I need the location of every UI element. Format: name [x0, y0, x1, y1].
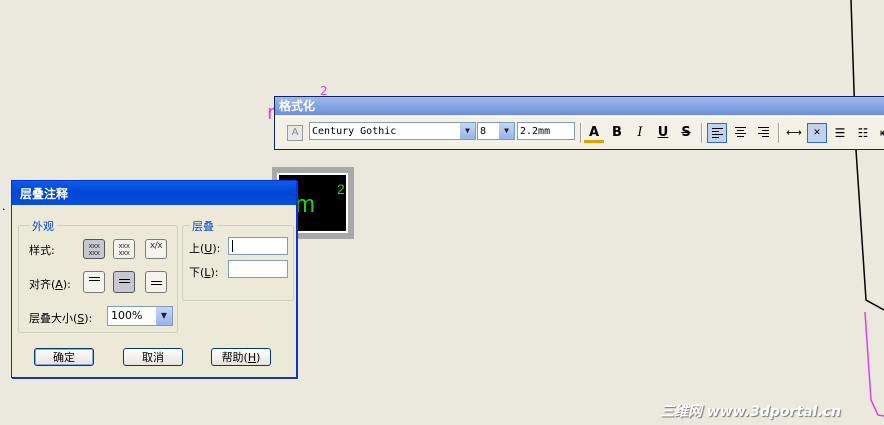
toolbar-separator — [580, 123, 582, 143]
align-top-icon — [88, 277, 100, 281]
align-top-button[interactable] — [83, 271, 105, 293]
toolbar-separator — [778, 123, 780, 143]
help-button[interactable]: 帮助(H) — [211, 348, 271, 366]
appearance-group: 外观 样式: xxx xxx xxx xxx x/x 对齐(A): 层叠大小(S):… — [18, 218, 178, 333]
text-color-button[interactable]: A — [584, 123, 604, 143]
fit-width-icon: ⟷ — [786, 126, 802, 139]
font-select-value: Century Gothic — [312, 126, 397, 137]
font-style-icon[interactable]: A — [287, 125, 303, 141]
format-toolbar: 格式化 A Century Gothic ▼ 8 ▼ 2.2mm A B I U… — [274, 96, 884, 150]
height-input[interactable]: 2.2mm — [517, 122, 575, 140]
font-select[interactable]: Century Gothic ▼ — [309, 122, 476, 140]
height-input-value: 2.2mm — [520, 126, 551, 137]
align-center-icon — [734, 127, 746, 137]
style-option-tolerance[interactable]: xxx xxx — [113, 239, 135, 259]
style-label: 样式: — [29, 244, 55, 257]
align-left-icon — [711, 128, 723, 138]
stack-properties-dialog: 层叠注释 外观 样式: xxx xxx xxx xxx x/x 对齐(A): 层叠大… — [11, 180, 297, 378]
align-left-button[interactable] — [707, 123, 727, 143]
appearance-group-label: 外观 — [29, 218, 57, 234]
toolbar-separator — [701, 123, 703, 143]
align-right-button[interactable] — [753, 123, 773, 143]
bullet-list-icon: ☰ — [834, 126, 846, 140]
text-width-button[interactable]: ⟷ — [784, 123, 804, 143]
stack-size-value: 100% — [111, 309, 143, 322]
stack-tolerance-icon: xxx xxx — [118, 242, 130, 257]
align-center-button[interactable] — [730, 123, 750, 143]
annotation-leader-line — [864, 311, 884, 417]
cancel-button[interactable]: 取消 — [123, 348, 183, 366]
text-caret — [232, 240, 233, 252]
watermark: 三维网 www.3dportal.cn — [660, 404, 841, 420]
upper-label: 上(U): — [189, 242, 221, 255]
stack-size-select[interactable]: 100% ▼ — [107, 306, 173, 326]
chevron-down-icon[interactable]: ▼ — [156, 307, 172, 325]
ok-button[interactable]: 确定 — [34, 348, 94, 366]
upper-input[interactable] — [228, 237, 288, 255]
strikethrough-button[interactable]: S — [676, 123, 696, 143]
stack-group: 层叠 上(U): 下(L): — [182, 218, 294, 301]
align-bottom-icon — [150, 281, 162, 285]
style-option-diagonal[interactable]: x/x — [145, 239, 167, 259]
align-right-icon — [757, 127, 769, 137]
indent-icon: ⇤ — [880, 126, 884, 140]
numbered-list-icon: ☷ — [857, 126, 869, 140]
stack-size-label: 层叠大小(S): — [29, 312, 93, 325]
chevron-down-icon[interactable]: ▼ — [499, 123, 514, 139]
stack-icon: ✕ — [813, 128, 821, 138]
size-select[interactable]: 8 ▼ — [477, 122, 515, 140]
italic-button[interactable]: I — [630, 123, 650, 143]
stack-diagonal-icon: x/x — [149, 241, 163, 251]
indent-button[interactable]: ⇤ — [875, 123, 884, 143]
underline-button[interactable]: U — [653, 123, 673, 143]
dialog-title[interactable]: 层叠注释 — [12, 181, 296, 205]
align-middle-button[interactable] — [113, 271, 135, 293]
bold-button[interactable]: B — [607, 123, 627, 143]
toolbar-row: A Century Gothic ▼ 8 ▼ 2.2mm A B I U S ⟷… — [275, 116, 884, 149]
lower-input[interactable] — [228, 260, 288, 278]
chevron-down-icon[interactable]: ▼ — [460, 123, 475, 139]
bullet-list-button[interactable]: ☰ — [830, 123, 850, 143]
align-bottom-button[interactable] — [145, 271, 167, 293]
align-label: 对齐(A): — [29, 278, 71, 291]
numbered-list-button[interactable]: ☷ — [853, 123, 873, 143]
stack-group-label: 层叠 — [189, 218, 217, 234]
lower-label: 下(L): — [189, 266, 219, 279]
size-select-value: 8 — [480, 126, 487, 137]
stack-button[interactable]: ✕ — [807, 123, 827, 143]
toolbar-title[interactable]: 格式化 — [275, 97, 884, 115]
preview-superscript: 2 — [337, 181, 345, 197]
align-middle-icon — [118, 279, 130, 283]
stack-horizontal-icon: xxx xxx — [88, 242, 100, 257]
style-option-horizontal[interactable]: xxx xxx — [83, 239, 105, 259]
geometry-edge-line — [850, 0, 884, 311]
canvas-mark-dot: . — [2, 200, 6, 213]
